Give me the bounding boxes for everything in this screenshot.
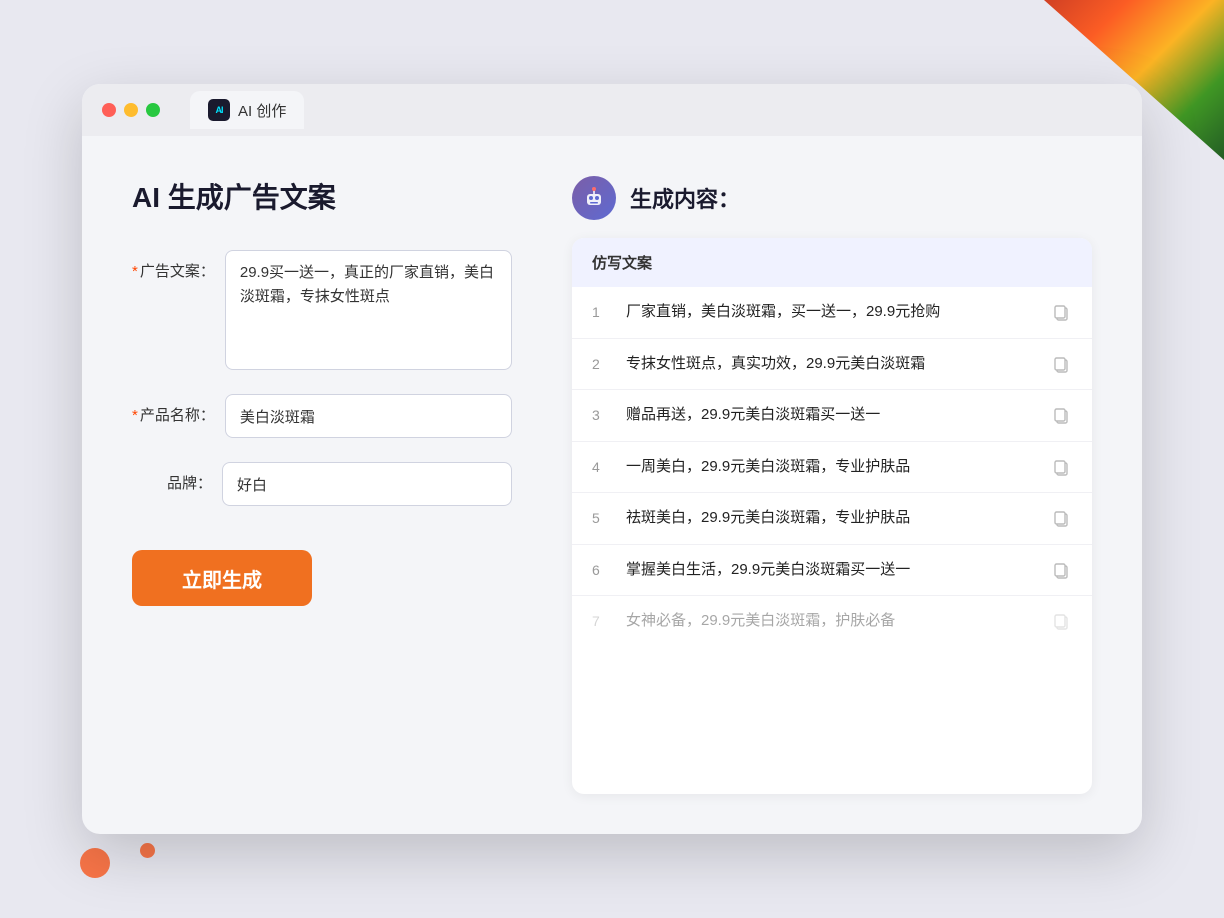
traffic-lights (102, 103, 160, 117)
result-num: 2 (592, 356, 612, 372)
main-content: AI 生成广告文案 *广告文案： *产品名称： 品牌： 立 (82, 136, 1142, 834)
title-bar: AI AI 创作 (82, 84, 1142, 136)
right-header: 生成内容： (572, 176, 1092, 220)
close-button[interactable] (102, 103, 116, 117)
bg-decoration-dot-1 (80, 848, 110, 878)
generate-button[interactable]: 立即生成 (132, 550, 312, 606)
browser-window: AI AI 创作 AI 生成广告文案 *广告文案： *产品名称： (82, 84, 1142, 834)
right-title: 生成内容： (630, 182, 740, 214)
result-row: 3 赠品再送，29.9元美白淡斑霜买一送一 (572, 390, 1092, 442)
ai-tab-icon: AI (208, 99, 230, 121)
maximize-button[interactable] (146, 103, 160, 117)
result-num: 6 (592, 562, 612, 578)
result-num: 7 (592, 613, 612, 629)
results-list: 1 厂家直销，美白淡斑霜，买一送一，29.9元抢购 2 专抹女性斑点，真实功效，… (572, 287, 1092, 647)
result-text: 专抹女性斑点，真实功效，29.9元美白淡斑霜 (626, 353, 1036, 376)
result-text: 掌握美白生活，29.9元美白淡斑霜买一送一 (626, 559, 1036, 582)
robot-icon (572, 176, 616, 220)
result-text: 一周美白，29.9元美白淡斑霜，专业护肤品 (626, 456, 1036, 479)
brand-input[interactable] (222, 462, 512, 506)
form-row-product-name: *产品名称： (132, 394, 512, 438)
copy-button[interactable] (1050, 404, 1072, 426)
right-panel: 生成内容： 仿写文案 1 厂家直销，美白淡斑霜，买一送一，29.9元抢购 2 专… (572, 176, 1092, 794)
results-header: 仿写文案 (572, 238, 1092, 287)
result-text: 女神必备，29.9元美白淡斑霜，护肤必备 (626, 610, 1036, 633)
result-num: 5 (592, 510, 612, 526)
result-num: 4 (592, 459, 612, 475)
copy-button[interactable] (1050, 301, 1072, 323)
copy-button[interactable] (1050, 559, 1072, 581)
result-row: 2 专抹女性斑点，真实功效，29.9元美白淡斑霜 (572, 339, 1092, 391)
required-star-product: * (132, 407, 138, 424)
tab-ai-creation[interactable]: AI AI 创作 (190, 91, 304, 129)
copy-button[interactable] (1050, 507, 1072, 529)
form-row-ad-copy: *广告文案： (132, 250, 512, 370)
results-container: 仿写文案 1 厂家直销，美白淡斑霜，买一送一，29.9元抢购 2 专抹女性斑点，… (572, 238, 1092, 794)
result-row: 7 女神必备，29.9元美白淡斑霜，护肤必备 (572, 596, 1092, 647)
result-text: 厂家直销，美白淡斑霜，买一送一，29.9元抢购 (626, 301, 1036, 324)
copy-button[interactable] (1050, 456, 1072, 478)
ad-copy-label: *广告文案： (132, 250, 215, 281)
product-name-input[interactable] (225, 394, 512, 438)
bg-decoration-dot-2 (140, 843, 155, 858)
result-text: 祛斑美白，29.9元美白淡斑霜，专业护肤品 (626, 507, 1036, 530)
brand-label: 品牌： (132, 462, 212, 493)
form-row-brand: 品牌： (132, 462, 512, 506)
result-num: 1 (592, 304, 612, 320)
left-panel: AI 生成广告文案 *广告文案： *产品名称： 品牌： 立 (132, 176, 512, 794)
result-row: 1 厂家直销，美白淡斑霜，买一送一，29.9元抢购 (572, 287, 1092, 339)
tab-label: AI 创作 (238, 100, 286, 121)
copy-button[interactable] (1050, 610, 1072, 632)
result-row: 6 掌握美白生活，29.9元美白淡斑霜买一送一 (572, 545, 1092, 597)
result-num: 3 (592, 407, 612, 423)
page-title: AI 生成广告文案 (132, 176, 512, 216)
result-row: 5 祛斑美白，29.9元美白淡斑霜，专业护肤品 (572, 493, 1092, 545)
result-row: 4 一周美白，29.9元美白淡斑霜，专业护肤品 (572, 442, 1092, 494)
result-text: 赠品再送，29.9元美白淡斑霜买一送一 (626, 404, 1036, 427)
ad-copy-input[interactable] (225, 250, 512, 370)
product-name-label: *产品名称： (132, 394, 215, 425)
minimize-button[interactable] (124, 103, 138, 117)
copy-button[interactable] (1050, 353, 1072, 375)
required-star-ad: * (132, 263, 138, 280)
